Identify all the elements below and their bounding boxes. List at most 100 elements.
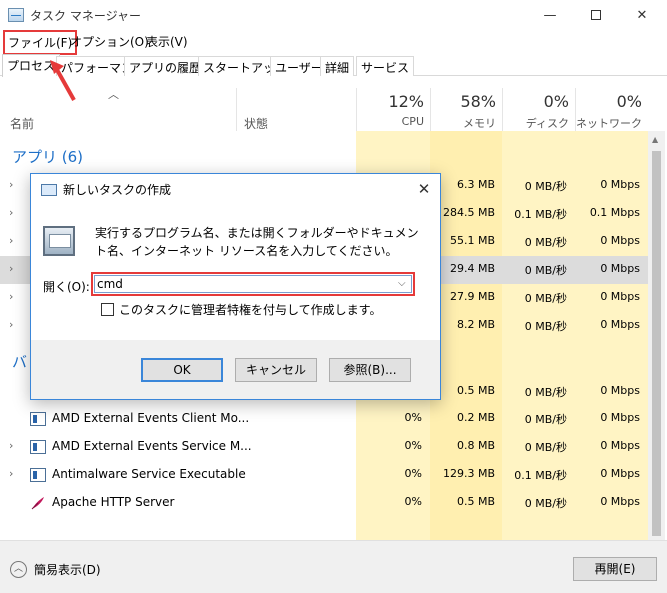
title-bar: タスク マネージャー — ✕ xyxy=(0,0,667,30)
disk-cell: 0 MB/秒 xyxy=(524,386,567,399)
disk-cell: 0.1 MB/秒 xyxy=(514,469,567,482)
expand-chevron-icon[interactable]: › xyxy=(9,439,13,452)
table-row[interactable]: › Antimalware Service Executable 0% 129.… xyxy=(0,461,650,489)
expand-chevron-icon[interactable]: › xyxy=(9,234,13,247)
sort-up-icon[interactable]: ︿ xyxy=(108,86,119,102)
process-icon xyxy=(30,468,46,482)
task-manager-icon xyxy=(8,8,24,22)
network-total[interactable]: 0% xyxy=(570,92,642,111)
disk-cell: 0 MB/秒 xyxy=(524,320,567,333)
column-name[interactable]: 名前 xyxy=(10,115,34,132)
disk-column-label[interactable]: ディスク xyxy=(497,115,569,131)
expand-chevron-icon[interactable]: › xyxy=(9,290,13,303)
menu-options[interactable]: オプション(O) xyxy=(70,33,149,50)
network-cell: 0 Mbps xyxy=(600,467,640,480)
ok-button[interactable]: OK xyxy=(141,358,223,382)
network-column-label[interactable]: ネットワーク xyxy=(570,115,642,131)
process-name: Apache HTTP Server xyxy=(52,495,175,509)
disk-cell: 0 MB/秒 xyxy=(524,180,567,193)
network-cell: 0 Mbps xyxy=(600,178,640,191)
disk-cell: 0 MB/秒 xyxy=(524,236,567,249)
memory-cell: 129.3 MB xyxy=(442,467,495,480)
apache-feather-icon xyxy=(31,497,44,510)
maximize-button[interactable] xyxy=(573,0,619,30)
admin-checkbox-label[interactable]: このタスクに管理者特権を付与して作成します。 xyxy=(119,301,381,318)
process-name: Antimalware Service Executable xyxy=(52,467,246,481)
cpu-cell: 0% xyxy=(404,439,422,452)
network-cell: 0 Mbps xyxy=(600,262,640,275)
tab-bar: プロセス パフォーマンス アプリの履歴 スタートアップ ユーザー 詳細 サービス xyxy=(0,54,667,77)
expand-chevron-icon[interactable]: › xyxy=(9,318,13,331)
memory-cell: 0.8 MB xyxy=(456,439,495,452)
memory-cell: 0.2 MB xyxy=(456,411,495,424)
disk-cell: 0 MB/秒 xyxy=(524,264,567,277)
cpu-cell: 0% xyxy=(404,467,422,480)
expand-chevron-icon[interactable]: › xyxy=(9,467,13,480)
process-icon xyxy=(30,412,46,426)
create-new-task-dialog: 新しいタスクの作成 ✕ 実行するプログラム名、または開くフォルダーやドキュメント… xyxy=(30,173,441,400)
menu-view[interactable]: 表示(V) xyxy=(146,33,188,50)
network-cell: 0 Mbps xyxy=(600,495,640,508)
network-cell: 0 Mbps xyxy=(600,318,640,331)
expand-chevron-icon[interactable]: › xyxy=(9,262,13,275)
cpu-cell: 0% xyxy=(404,411,422,424)
table-row[interactable]: › AMD External Events Service M... 0% 0.… xyxy=(0,433,650,461)
memory-cell: 0.5 MB xyxy=(456,495,495,508)
disk-cell: 0 MB/秒 xyxy=(524,497,567,510)
cpu-total[interactable]: 12% xyxy=(352,92,424,111)
process-icon xyxy=(30,440,46,454)
group-background-header[interactable]: バ xyxy=(12,351,27,372)
disk-cell: 0.1 MB/秒 xyxy=(514,208,567,221)
expand-chevron-icon[interactable]: › xyxy=(9,206,13,219)
restart-button[interactable]: 再開(E) xyxy=(573,557,657,581)
process-name: AMD External Events Client Mo... xyxy=(52,411,250,425)
cpu-column-label[interactable]: CPU xyxy=(352,115,424,128)
admin-checkbox[interactable] xyxy=(101,303,114,316)
close-button[interactable]: ✕ xyxy=(619,0,665,30)
network-cell: 0 Mbps xyxy=(600,411,640,424)
browse-button[interactable]: 参照(B)... xyxy=(329,358,411,382)
minimize-button[interactable]: — xyxy=(527,0,573,30)
scrollbar-thumb[interactable] xyxy=(652,151,661,536)
disk-total[interactable]: 0% xyxy=(497,92,569,111)
tab-details[interactable]: 詳細 xyxy=(320,56,355,76)
column-status[interactable]: 状態 xyxy=(244,115,268,132)
table-row[interactable]: Apache HTTP Server 0% 0.5 MB 0 MB/秒 0 Mb… xyxy=(0,489,650,517)
network-cell: 0.1 Mbps xyxy=(589,206,640,219)
disk-cell: 0 MB/秒 xyxy=(524,413,567,426)
menu-file[interactable]: ファイル(F) xyxy=(3,30,78,55)
cpu-cell: 0% xyxy=(404,495,422,508)
group-apps-header[interactable]: アプリ (6) xyxy=(12,146,83,167)
expand-chevron-icon[interactable]: › xyxy=(9,178,13,191)
chevron-up-circle-icon[interactable]: ︿ xyxy=(10,561,27,578)
process-name: AMD External Events Service M... xyxy=(52,439,252,453)
table-row[interactable]: AMD External Events Client Mo... 0% 0.2 … xyxy=(0,405,650,433)
dialog-close-button[interactable]: ✕ xyxy=(413,178,435,200)
dialog-title: 新しいタスクの作成 xyxy=(63,183,172,197)
network-cell: 0 Mbps xyxy=(600,439,640,452)
network-cell: 0 Mbps xyxy=(600,290,640,303)
fewer-details-link[interactable]: 簡易表示(D) xyxy=(34,561,101,578)
tab-app-history[interactable]: アプリの履歴 xyxy=(124,56,207,76)
run-program-icon xyxy=(43,226,75,256)
dialog-footer: OK キャンセル 参照(B)... xyxy=(31,340,440,399)
tab-services[interactable]: サービス xyxy=(356,56,415,76)
open-label: 開く(O): xyxy=(43,280,90,294)
open-command-input[interactable] xyxy=(94,275,412,293)
scroll-up-icon[interactable]: ▲ xyxy=(652,135,658,144)
maximize-icon xyxy=(591,10,601,20)
memory-total[interactable]: 58% xyxy=(424,92,496,111)
vertical-scrollbar[interactable]: ▲ xyxy=(648,131,665,540)
disk-cell: 0 MB/秒 xyxy=(524,292,567,305)
memory-column-label[interactable]: メモリ xyxy=(424,115,496,131)
cancel-button[interactable]: キャンセル xyxy=(235,358,317,382)
window-title: タスク マネージャー xyxy=(30,9,141,23)
network-cell: 0 Mbps xyxy=(600,384,640,397)
dialog-description: 実行するプログラム名、または開くフォルダーやドキュメント名、インターネット リソ… xyxy=(95,226,419,258)
disk-cell: 0 MB/秒 xyxy=(524,441,567,454)
dialog-title-icon xyxy=(41,184,57,196)
network-cell: 0 Mbps xyxy=(600,234,640,247)
column-divider xyxy=(236,88,237,131)
bottom-bar: ︿ 簡易表示(D) 再開(E) xyxy=(0,540,667,593)
chevron-down-icon[interactable]: ⌵ xyxy=(398,275,406,293)
